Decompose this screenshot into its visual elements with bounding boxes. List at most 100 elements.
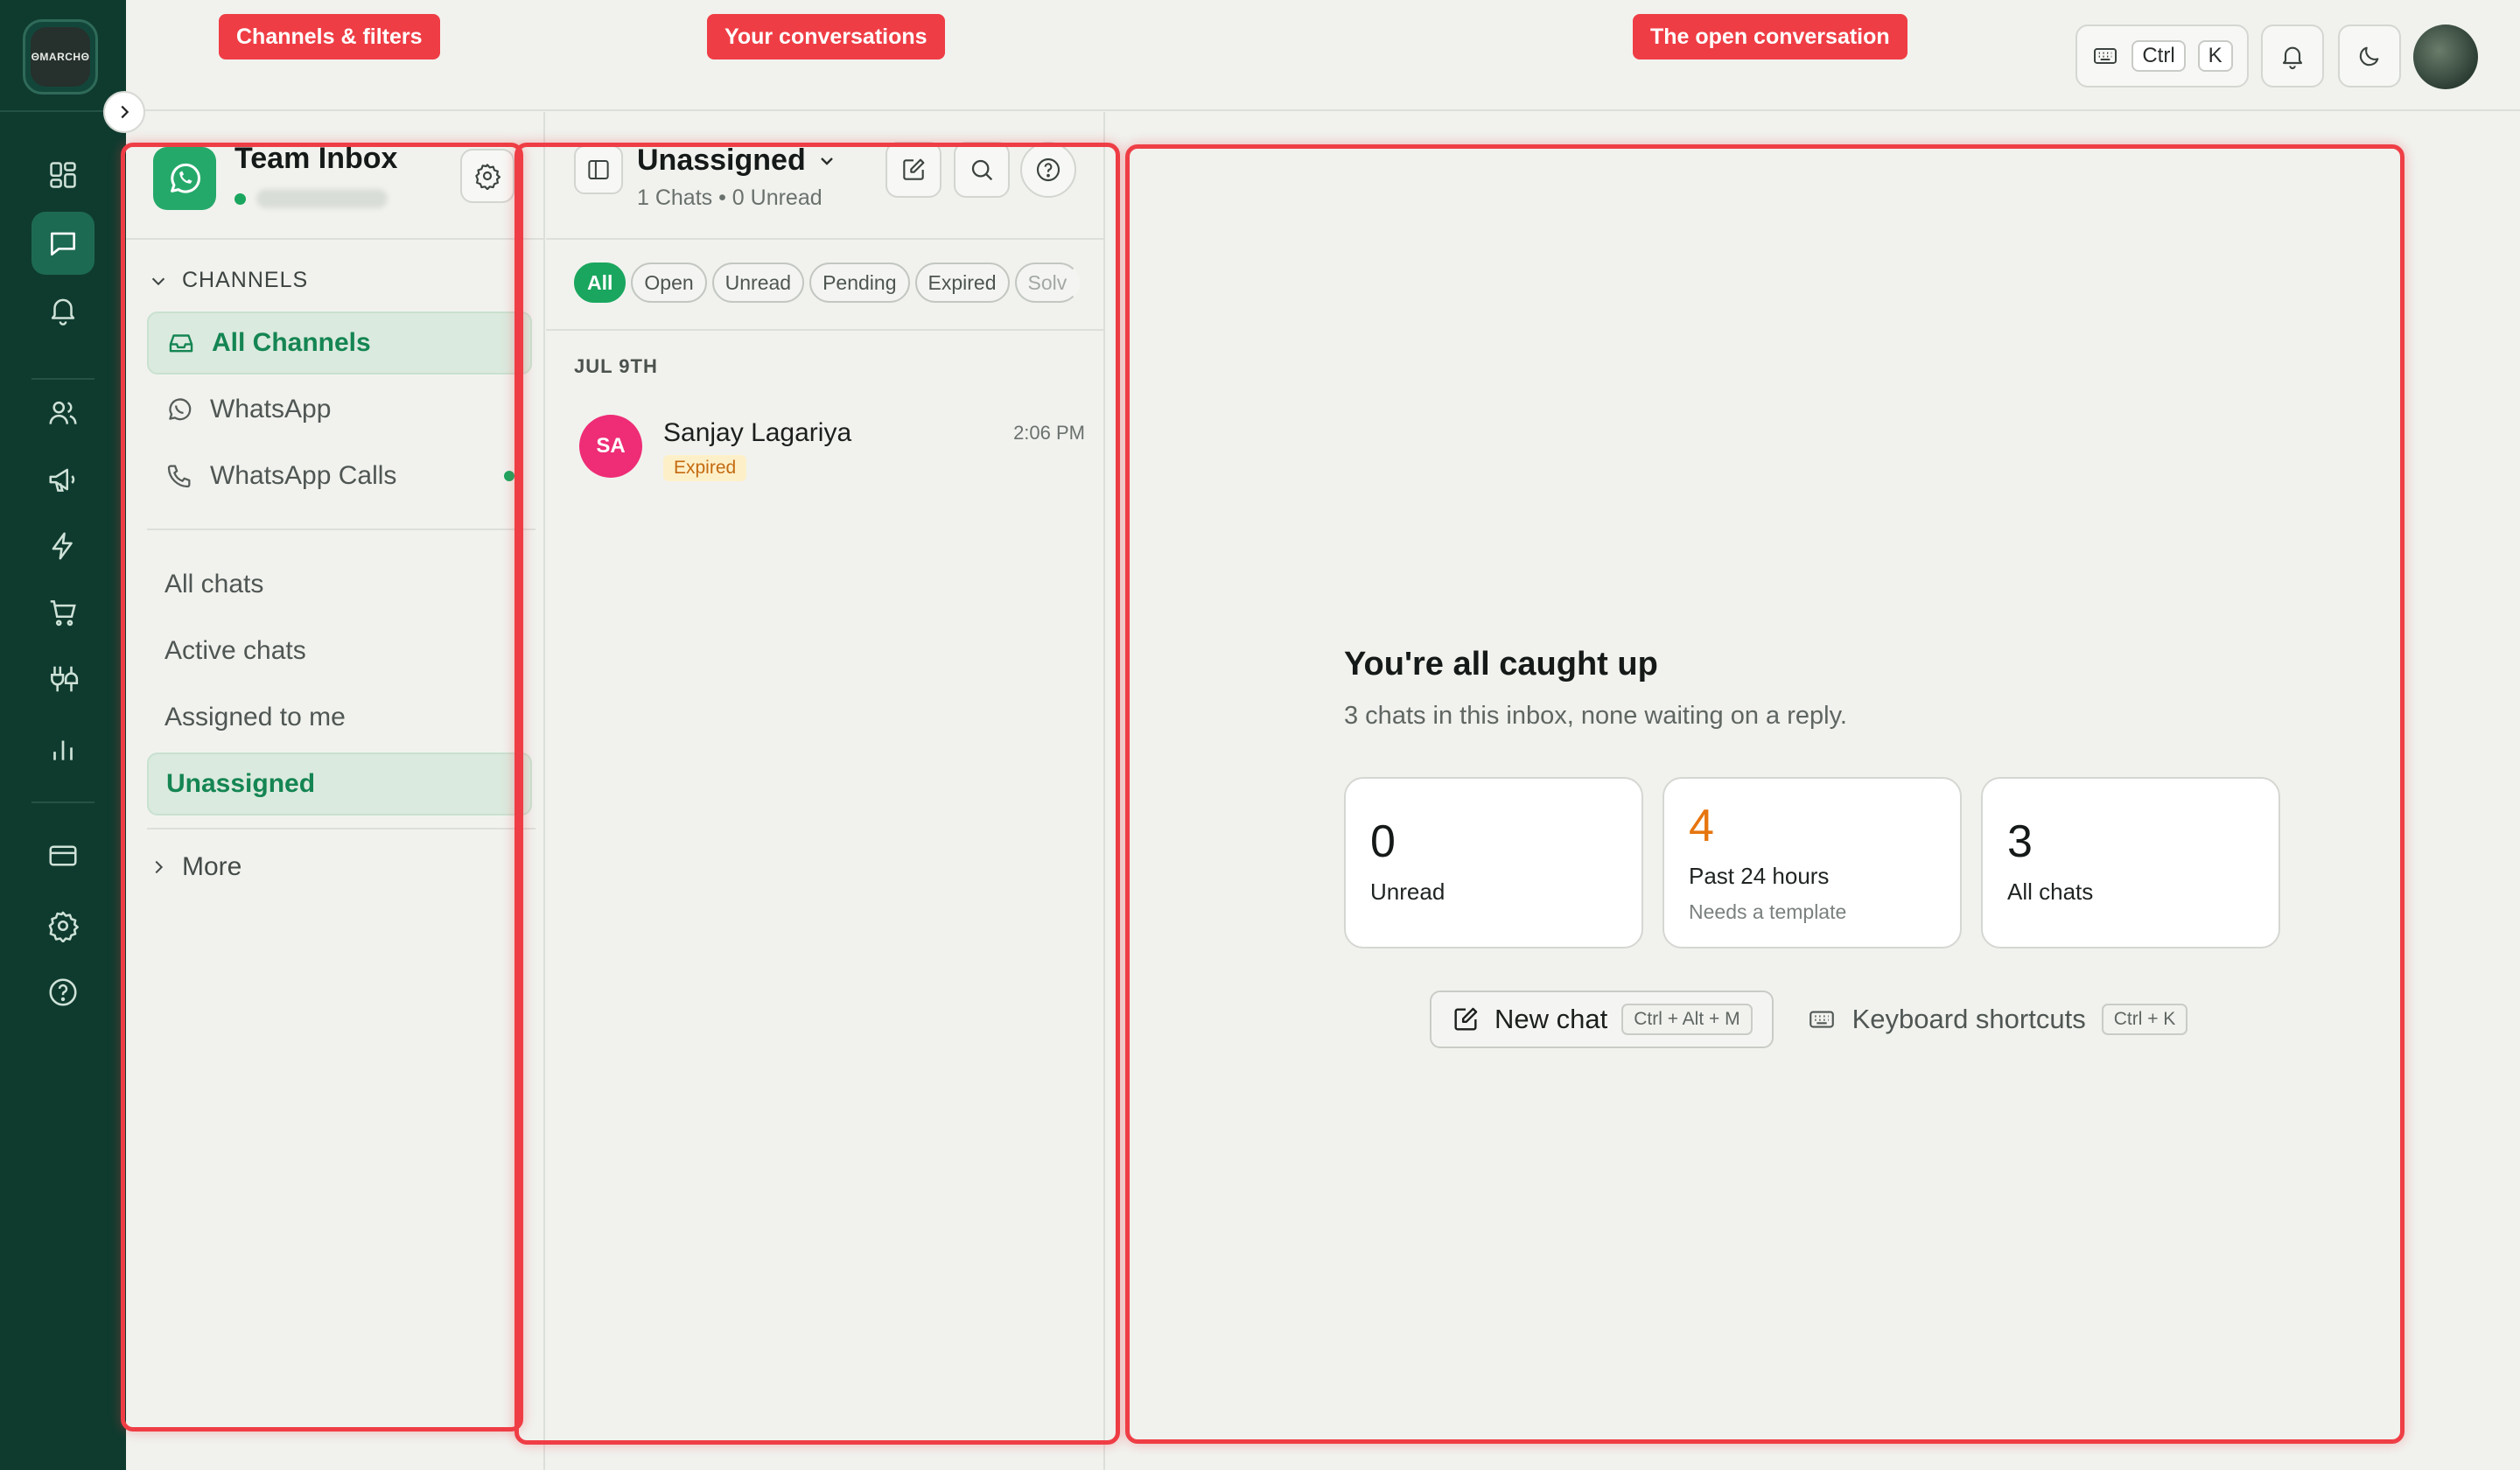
channel-all-channels[interactable]: All Channels — [147, 312, 532, 374]
channel-label: All Channels — [212, 328, 371, 357]
keyboard-icon — [2094, 48, 2118, 64]
conversation-view-dropdown[interactable]: Unassigned — [637, 144, 837, 178]
billing-icon — [49, 845, 77, 866]
view-unassigned[interactable]: Unassigned — [147, 752, 532, 816]
inbox-status — [234, 189, 388, 208]
notifications-button[interactable] — [2261, 24, 2324, 88]
search-button[interactable] — [954, 142, 1010, 198]
inbox-channel-logo — [153, 147, 216, 210]
kbd-k: K — [2197, 40, 2233, 72]
sidebar-expand-button[interactable] — [103, 91, 145, 133]
more-label: More — [182, 852, 242, 881]
new-chat-shortcut: Ctrl + Alt + M — [1621, 1004, 1753, 1035]
whatsapp-icon — [171, 163, 200, 193]
rail-integrations-button[interactable] — [32, 648, 94, 710]
integrations-icon — [51, 666, 79, 692]
chevron-right-icon — [155, 860, 164, 874]
view-label: Active chats — [164, 636, 306, 665]
gear-icon — [475, 164, 501, 190]
settings-icon — [48, 911, 79, 942]
more-section-toggle[interactable]: More — [149, 852, 242, 882]
rail-contacts-button[interactable] — [32, 382, 94, 444]
command-palette-button[interactable]: Ctrl K — [2076, 24, 2249, 88]
keyboard-shortcuts-link[interactable]: Keyboard shortcuts Ctrl + K — [1807, 1004, 2188, 1035]
keyboard-shortcuts-shortcut: Ctrl + K — [2101, 1004, 2188, 1035]
sidebar-panel-icon — [588, 160, 609, 179]
rail-analytics-button[interactable] — [32, 718, 94, 780]
analytics-icon — [53, 740, 73, 760]
conversation-panel: You're all caught up 3 chats in this inb… — [1106, 112, 2520, 1470]
new-chat-label: New chat — [1494, 1004, 1608, 1034]
users-icon — [49, 401, 77, 424]
divider — [126, 238, 545, 240]
rail-divider — [32, 378, 94, 380]
theme-toggle-button[interactable] — [2338, 24, 2401, 88]
stat-value: 4 — [1689, 801, 1714, 851]
filter-chip-open[interactable]: Open — [631, 262, 707, 303]
bell-icon — [2282, 46, 2303, 69]
rail-automations-button[interactable] — [32, 514, 94, 578]
chevron-down-icon — [820, 157, 833, 165]
conversation-counts: 1 Chats • 0 Unread — [637, 186, 822, 210]
rail-inbox-button[interactable] — [32, 212, 94, 275]
rail-commerce-button[interactable] — [32, 581, 94, 644]
view-active-chats[interactable]: Active chats — [147, 620, 532, 682]
status-filter-chips: All Open Unread Pending Expired Solv — [574, 262, 1099, 304]
stat-card-all-chats[interactable]: 3 All chats — [1981, 777, 2280, 948]
help-icon — [1036, 158, 1060, 182]
help-button[interactable] — [1020, 142, 1076, 198]
conversation-view-title: Unassigned — [637, 144, 806, 177]
divider — [147, 828, 536, 830]
annotation-tag-conversations: Your conversations — [707, 14, 945, 60]
stat-value: 0 — [1370, 816, 1396, 867]
annotation-tag-open-conversation: The open conversation — [1633, 14, 1908, 60]
redacted-phone-number — [256, 189, 388, 208]
divider — [546, 329, 1105, 331]
workspace-logo: ΘMARCHΘ — [31, 27, 90, 87]
status-badge: Expired — [663, 455, 747, 481]
search-icon — [971, 159, 993, 181]
rail-settings-button[interactable] — [32, 894, 94, 957]
top-bar: Ctrl K — [126, 0, 2520, 111]
filter-chip-unread[interactable]: Unread — [711, 262, 805, 303]
inbox-title: Team Inbox — [234, 142, 398, 175]
compose-icon — [903, 158, 925, 180]
keyboard-shortcuts-label: Keyboard shortcuts — [1852, 1004, 2086, 1034]
view-label: All chats — [164, 570, 264, 598]
rail-notifications-button[interactable] — [32, 278, 94, 341]
channels-section-label: CHANNELS — [182, 268, 309, 292]
new-chat-button[interactable]: New chat Ctrl + Alt + M — [1430, 990, 1774, 1048]
stat-card-past-24-hours[interactable]: 4 Past 24 hours Needs a template — [1662, 777, 1962, 948]
divider — [147, 528, 536, 530]
rail-dashboard-button[interactable] — [32, 144, 94, 206]
compose-button[interactable] — [886, 142, 942, 198]
stat-value: 3 — [2007, 816, 2033, 867]
view-assigned-to-me[interactable]: Assigned to me — [147, 686, 532, 749]
workspace-logo-button[interactable]: ΘMARCHΘ — [23, 19, 98, 94]
bell-icon — [51, 298, 75, 326]
inbox-icon — [169, 334, 193, 353]
channel-whatsapp-calls[interactable]: WhatsApp Calls — [147, 444, 532, 508]
channels-section-toggle[interactable]: CHANNELS — [149, 268, 308, 293]
annotation-tag-channels: Channels & filters — [219, 14, 440, 60]
view-label: Assigned to me — [164, 703, 346, 732]
stat-card-unread[interactable]: 0 Unread — [1344, 777, 1643, 948]
chevron-down-icon — [151, 277, 165, 285]
chat-icon — [50, 232, 76, 256]
inbox-settings-button[interactable] — [460, 149, 514, 203]
rail-billing-button[interactable] — [32, 824, 94, 887]
toggle-sidebar-button[interactable] — [574, 145, 623, 194]
filter-chip-all[interactable]: All — [574, 262, 626, 303]
conversation-list-item[interactable]: SA Sanjay Lagariya 2:06 PM Expired — [565, 397, 1097, 495]
stat-hint: Needs a template — [1689, 900, 1847, 923]
app-rail: ΘMARCHΘ — [0, 0, 126, 1470]
filter-chip-solved[interactable]: Solv — [1014, 262, 1081, 303]
channel-whatsapp[interactable]: WhatsApp — [147, 378, 532, 441]
view-label: Unassigned — [166, 769, 316, 798]
filter-chip-expired[interactable]: Expired — [914, 262, 1010, 303]
user-avatar[interactable] — [2413, 24, 2478, 89]
rail-campaigns-button[interactable] — [32, 448, 94, 511]
rail-help-button[interactable] — [32, 961, 94, 1024]
view-all-chats[interactable]: All chats — [147, 553, 532, 616]
filter-chip-pending[interactable]: Pending — [809, 262, 910, 303]
